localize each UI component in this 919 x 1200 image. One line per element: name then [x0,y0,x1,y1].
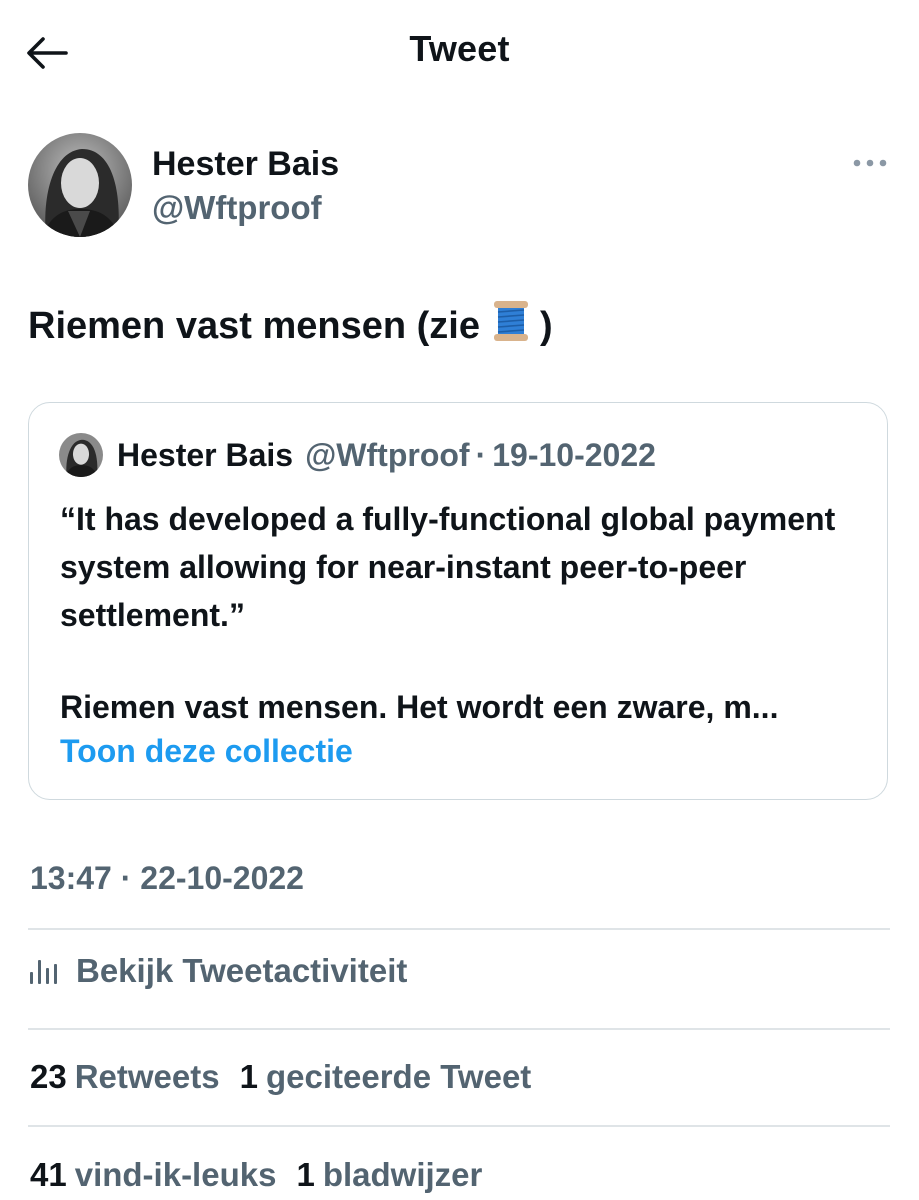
retweets-label: Retweets [74,1058,220,1095]
tweet-time: 13:47 [30,860,112,896]
author-handle[interactable]: @Wftproof [152,189,322,227]
quotes-label: geciteerde Tweet [265,1058,532,1095]
retweets-count: 23 [30,1058,67,1095]
bookmarks-label: bladwijzer [322,1156,483,1193]
more-options-button[interactable] [850,151,890,175]
tweet-date: 22-10-2022 [140,860,304,896]
quoted-tweet-card[interactable]: Hester Bais @Wftproof · 19-10-2022 “It h… [28,402,888,800]
likes-label: vind-ik-leuks [74,1156,277,1193]
page-title: Tweet [409,28,510,69]
author-name[interactable]: Hester Bais [152,145,339,184]
quotes-count: 1 [239,1058,258,1095]
engagement-stats-row-2: 41 vind-ik-leuks 1 bladwijzer [30,1156,502,1194]
quoted-tweet-body: “It has developed a fully-functional glo… [60,495,870,731]
bar-chart-icon [30,960,57,984]
tweet-text-end: ) [539,304,553,347]
top-bar: Tweet [0,0,919,105]
tweet-author: Hester Bais @Wftproof [28,133,898,243]
quoted-tweet-header: Hester Bais @Wftproof · 19-10-2022 [59,433,656,477]
quoted-paragraph-1: “It has developed a fully-functional glo… [60,501,836,633]
quoted-paragraph-2: Riemen vast mensen. Het wordt een zware,… [60,689,779,725]
spool-of-thread-icon [492,300,530,352]
avatar[interactable] [28,133,132,237]
likes-stat[interactable]: 41 vind-ik-leuks [30,1156,276,1194]
divider [28,1125,890,1127]
bookmarks-count: 1 [296,1156,315,1193]
activity-label: Bekijk Tweetactiviteit [76,952,408,989]
bookmarks-stat[interactable]: 1 bladwijzer [296,1156,482,1194]
quoted-author-handle: @Wftproof [305,436,470,473]
view-activity-button[interactable]: Bekijk Tweetactiviteit [28,952,407,990]
tweet-text-main: Riemen vast mensen (zie [28,304,480,347]
quoted-date: 19-10-2022 [492,436,656,473]
divider [28,1028,890,1030]
quoted-avatar [59,433,103,477]
likes-count: 41 [30,1156,67,1193]
show-collection-link[interactable]: Toon deze collectie [60,733,353,770]
tweet-text: Riemen vast mensen (zie ) [28,300,553,352]
retweets-stat[interactable]: 23 Retweets [30,1058,220,1096]
tweet-timestamp[interactable]: 13:47 · 22-10-2022 [30,860,304,897]
quotes-stat[interactable]: 1 geciteerde Tweet [240,1058,532,1096]
quoted-separator: · [475,436,487,473]
engagement-stats-row-1: 23 Retweets 1 geciteerde Tweet [30,1058,551,1096]
quoted-author-name: Hester Bais [117,436,294,473]
timestamp-separator: · [120,860,132,896]
more-horizontal-icon [853,159,887,167]
divider [28,928,890,930]
